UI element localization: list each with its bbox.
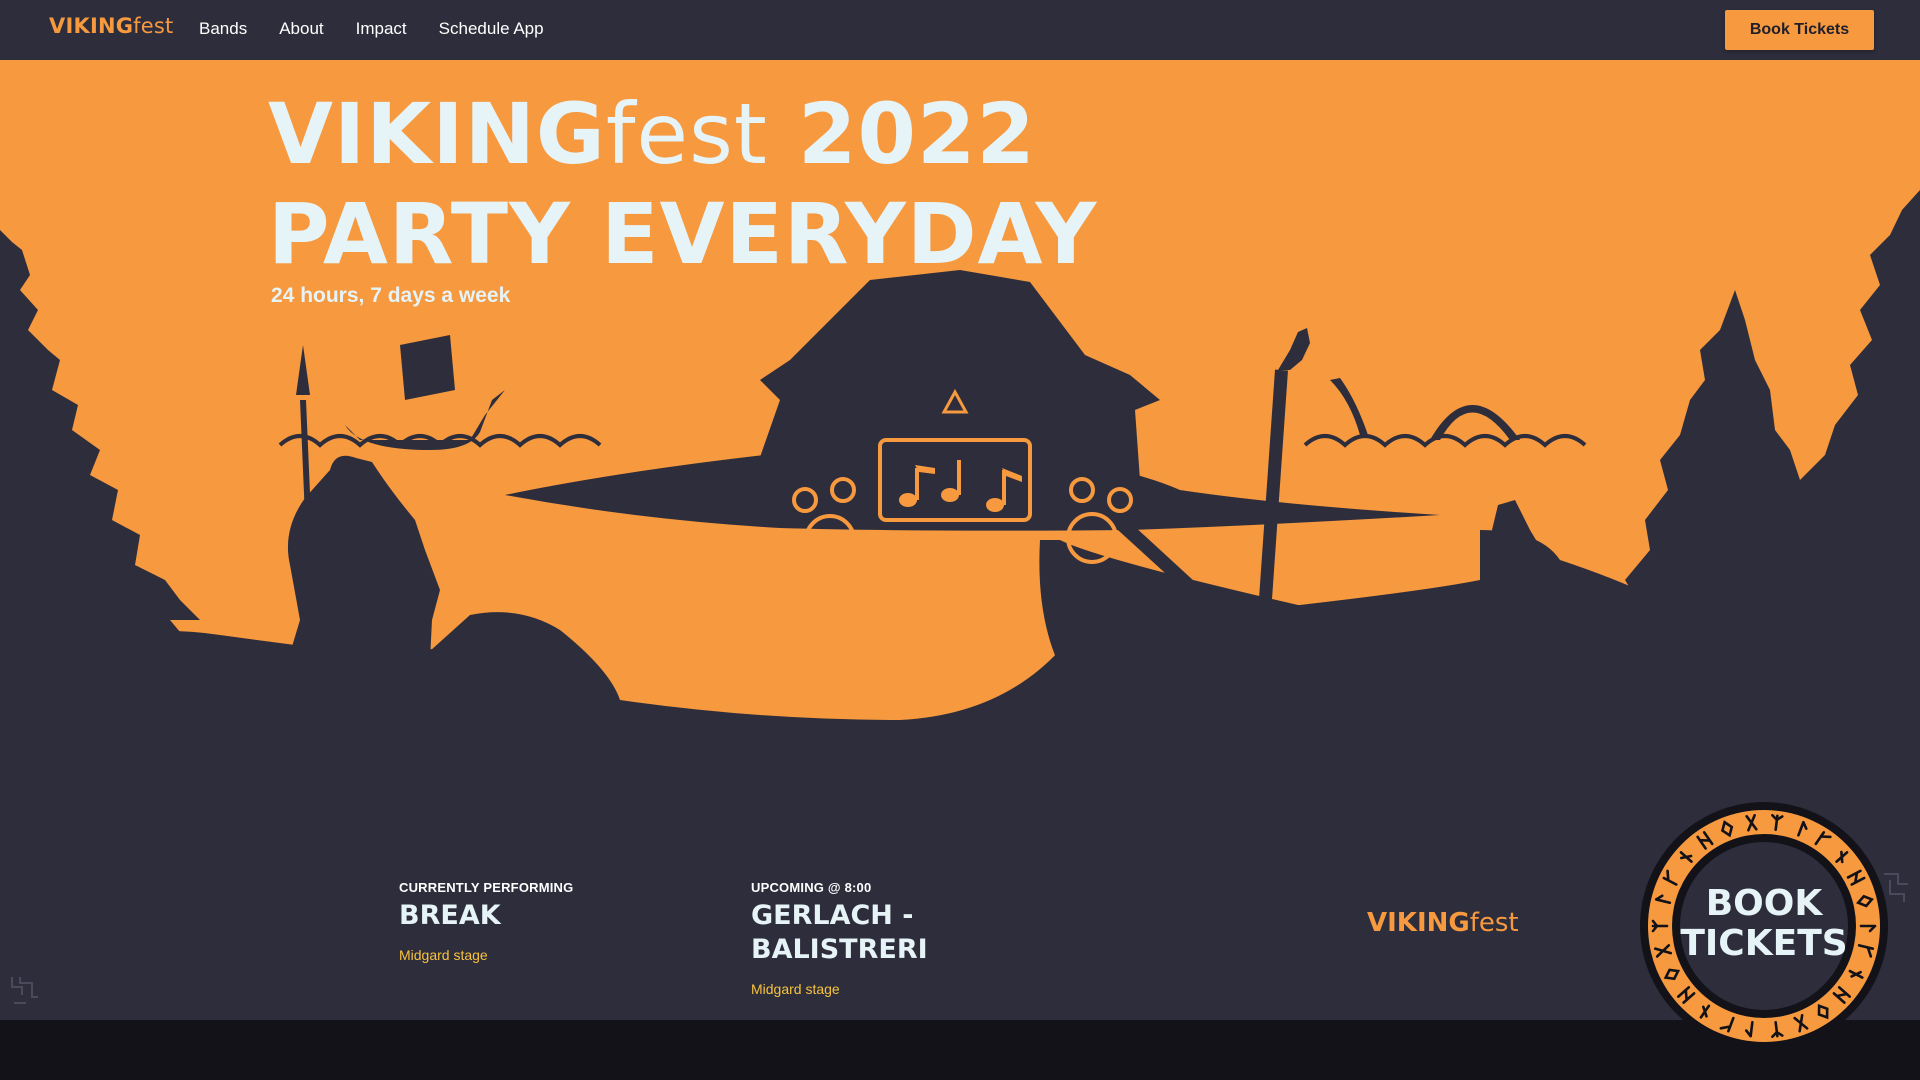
dragon-ship-sail <box>400 335 455 400</box>
hero-title-bold: VIKING <box>268 85 606 183</box>
hero-section: VIKINGfest 2022 PARTY EVERYDAY 24 hours,… <box>0 60 1920 860</box>
footer-logo: VIKINGfest <box>1367 908 1519 938</box>
badge-line1: BOOK <box>1705 883 1823 924</box>
raven <box>1278 328 1310 370</box>
badge-line2: TICKETS <box>1680 923 1848 964</box>
right-forest <box>1610 190 1920 670</box>
current-band-name: BREAK <box>399 900 501 931</box>
badge-label: BOOK TICKETS <box>1638 884 1890 964</box>
currently-performing-label: CURRENTLY PERFORMING <box>399 880 574 895</box>
nav-link-about[interactable]: About <box>279 19 323 39</box>
spear-tip <box>296 345 310 395</box>
hero-subtitle: 24 hours, 7 days a week <box>271 284 511 307</box>
upcoming-stage-link[interactable]: Midgard stage <box>751 981 961 997</box>
book-tickets-button[interactable]: Book Tickets <box>1725 10 1874 50</box>
nav-link-impact[interactable]: Impact <box>356 19 407 39</box>
now-playing-bar: CURRENTLY PERFORMING BREAK Midgard stage… <box>0 860 1920 1020</box>
waves-right <box>1303 434 1587 448</box>
footer-logo-bold: VIKING <box>1367 908 1470 938</box>
nav-link-bands[interactable]: Bands <box>199 19 247 39</box>
hero-title: VIKINGfest 2022 PARTY EVERYDAY <box>268 84 1097 284</box>
nav-link-schedule-app[interactable]: Schedule App <box>439 19 544 39</box>
hero-title-light: fest <box>605 85 768 183</box>
footer-logo-light: fest <box>1469 908 1519 938</box>
rune-corner-icon <box>11 977 38 1004</box>
hero-title-year: 2022 <box>767 85 1036 183</box>
sea-serpent <box>1330 378 1368 435</box>
top-nav: VIKINGfest Bands About Impact Schedule A… <box>0 0 1920 60</box>
nav-logo-light: fest <box>133 14 174 38</box>
upcoming-band-name: GERLACH - BALISTRERI <box>751 900 928 965</box>
upcoming-performance: UPCOMING @ 8:00 GERLACH - BALISTRERI Mid… <box>751 880 961 997</box>
upcoming-label: UPCOMING @ 8:00 <box>751 880 872 895</box>
nav-links: Bands About Impact Schedule App <box>199 19 544 39</box>
warrior-shield <box>336 646 484 794</box>
nav-logo-bold: VIKING <box>49 14 134 38</box>
current-stage-link[interactable]: Midgard stage <box>399 947 609 963</box>
hero-title-line2: PARTY EVERYDAY <box>268 185 1098 283</box>
currently-performing: CURRENTLY PERFORMING BREAK Midgard stage <box>399 880 609 963</box>
left-forest <box>0 230 200 700</box>
book-tickets-badge[interactable]: BOOK TICKETS <box>1638 800 1890 1052</box>
nav-logo[interactable]: VIKINGfest <box>49 14 173 38</box>
